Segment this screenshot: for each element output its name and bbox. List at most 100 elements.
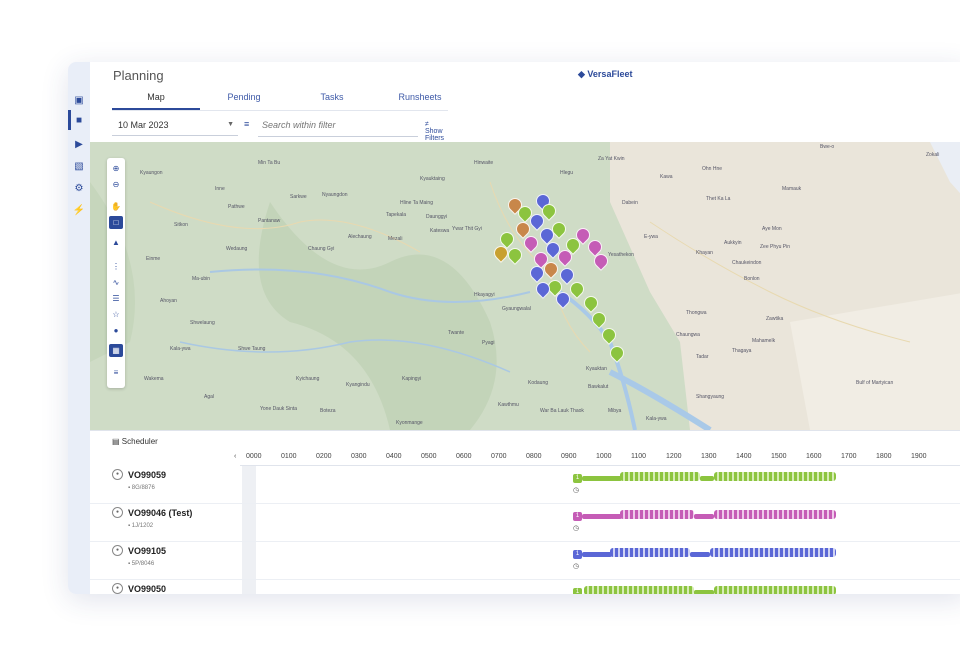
route-bar[interactable] (694, 514, 714, 519)
map-label: Thagaya (732, 348, 752, 354)
task-block[interactable] (714, 586, 836, 594)
route-bar[interactable] (582, 552, 612, 557)
clock-icon: ◷ (573, 525, 580, 532)
map-label: Zokali (926, 152, 940, 158)
date-value: 10 Mar 2023 (118, 120, 169, 130)
map-label: Kodaung (528, 380, 549, 386)
task-block[interactable] (620, 472, 700, 481)
task-block[interactable] (714, 510, 836, 519)
map-label: Aye Mon (762, 226, 782, 232)
route-badge[interactable]: 1 (573, 588, 582, 594)
route-bar[interactable] (582, 476, 622, 481)
grid-icon[interactable]: ▦ (109, 344, 123, 357)
plate-text: 1J/1202 (131, 523, 154, 529)
show-filters-button[interactable]: ≠ Show Filters (425, 121, 444, 142)
map-label: Hlegu (560, 170, 574, 176)
map-label: Thet Ka La (706, 196, 731, 202)
driver-icon: ● (112, 507, 123, 518)
zoom-in-icon[interactable]: ⊕ (109, 162, 123, 175)
nav-active-indicator (68, 110, 71, 130)
map-toolbar: ⊕ ⊖ ✋ □ ▲ ⋮ ∿ ☰ ☆ ● ▦ ≡ (107, 158, 125, 388)
hour-label: 1300 (701, 453, 717, 460)
map-label: War Ba Lauk Thaok (540, 408, 584, 414)
vehicle-plate: ▪ 8G/8876 (128, 485, 155, 491)
route-badge[interactable]: 1 (573, 474, 582, 483)
truck-icon[interactable]: ▶ (72, 138, 86, 152)
drop-icon[interactable]: ● (109, 324, 123, 337)
vehicle-row[interactable]: ● VO99050 1 (90, 580, 960, 594)
hour-label: 1600 (806, 453, 822, 460)
list-2-icon[interactable]: ≡ (109, 366, 123, 379)
scheduler-title-text: Scheduler (121, 437, 158, 446)
tab-pending[interactable]: Pending (200, 92, 288, 102)
tree-icon[interactable]: ☆ (109, 308, 123, 321)
map-label: Mahamelk (752, 338, 776, 344)
pin-icon[interactable]: ▲ (109, 236, 123, 249)
hour-label: 0000 (246, 453, 262, 460)
hour-label: 0900 (561, 453, 577, 460)
date-picker[interactable]: 10 Mar 2023 ▼ (112, 114, 238, 136)
gear-icon[interactable]: ⚙ (72, 182, 86, 196)
map-label: Zawtika (766, 316, 784, 322)
map-label: Pantanaw (258, 218, 281, 224)
tab-runsheets[interactable]: Runsheets (376, 92, 464, 102)
map-label: Kala-ywa (646, 416, 667, 422)
task-block[interactable] (620, 510, 694, 519)
search-input[interactable] (258, 114, 418, 137)
task-block[interactable] (584, 586, 694, 594)
hour-label: 0700 (491, 453, 507, 460)
map-label: Khayan (696, 250, 713, 256)
map-label: Yone Dauk Sinta (260, 406, 298, 412)
lightning-icon[interactable]: ⚡ (72, 204, 86, 218)
map-label: Boteza (320, 408, 336, 414)
map-label: Einme (146, 256, 161, 262)
map-label: Mibya (608, 408, 622, 414)
hand-pan-icon[interactable]: ✋ (109, 200, 123, 213)
vehicle-row[interactable]: ● VO99059 ▪ 8G/8876 1 ◷ (90, 466, 960, 504)
task-block[interactable] (610, 548, 690, 557)
map-label: Inne (215, 186, 225, 192)
dashboard-icon[interactable]: ▣ (72, 94, 86, 108)
vehicle-row[interactable]: ● VO99046 (Test) ▪ 1J/1202 1 ◷ (90, 504, 960, 542)
zoom-out-icon[interactable]: ⊖ (109, 178, 123, 191)
chart-icon[interactable]: ∿ (109, 276, 123, 289)
hour-label: 1400 (736, 453, 752, 460)
route-bar[interactable] (700, 476, 714, 481)
tab-map[interactable]: Map (112, 92, 200, 102)
building-icon[interactable]: ▧ (72, 160, 86, 174)
task-block[interactable] (714, 472, 836, 481)
route-bar[interactable] (694, 590, 714, 594)
scheduler-rows: ● VO99059 ▪ 8G/8876 1 ◷ ● VO99046 (Test)… (90, 466, 960, 594)
filter-icon[interactable]: ≡ (244, 119, 249, 129)
map-label: Kateswa (430, 228, 450, 234)
list-icon[interactable]: ☰ (109, 292, 123, 305)
map-label: Kala-ywa (170, 346, 191, 352)
route-bar[interactable] (582, 514, 622, 519)
app-window: ▣ ■ ▶ ▧ ⚙ ⚡ Planning ◆ VersaFleet Map Pe… (68, 62, 960, 594)
vehicle-row[interactable]: ● VO99105 ▪ 5P/8046 1 ◷ (90, 542, 960, 580)
show-filters-label: Show Filters (425, 128, 445, 142)
map-view[interactable]: Min Ta Bu Kyaungon Inne Pathwe Sitkon Pa… (90, 142, 960, 430)
map-label: Daunggyi (426, 214, 448, 220)
scheduler-title: ▤ Scheduler (112, 437, 158, 446)
task-block[interactable] (710, 548, 836, 557)
map-label: Shangyaung (696, 394, 725, 400)
main-content: Planning ◆ VersaFleet Map Pending Tasks … (90, 62, 960, 594)
map-label: Za Yat Kwin (598, 156, 625, 162)
map-label: Kawa (660, 174, 673, 180)
route-badge[interactable]: 1 (573, 512, 582, 521)
select-area-icon[interactable]: □ (109, 216, 123, 229)
route-bar[interactable] (690, 552, 710, 557)
page-title: Planning (113, 68, 164, 83)
chevron-left-icon[interactable]: ‹ (234, 453, 236, 460)
map-label: Thongwa (686, 310, 707, 316)
vehicle-plate: ▪ 5P/8046 (128, 561, 155, 567)
map-label: Dabein (622, 200, 638, 206)
column-icon[interactable]: ⋮ (109, 260, 123, 273)
briefcase-icon[interactable]: ■ (72, 114, 86, 128)
tab-active-underline (112, 108, 200, 110)
map-label: Ywar Thit Gyi (452, 226, 482, 232)
route-badge[interactable]: 1 (573, 550, 582, 559)
left-nav: ▣ ■ ▶ ▧ ⚙ ⚡ (68, 62, 90, 594)
tab-tasks[interactable]: Tasks (288, 92, 376, 102)
